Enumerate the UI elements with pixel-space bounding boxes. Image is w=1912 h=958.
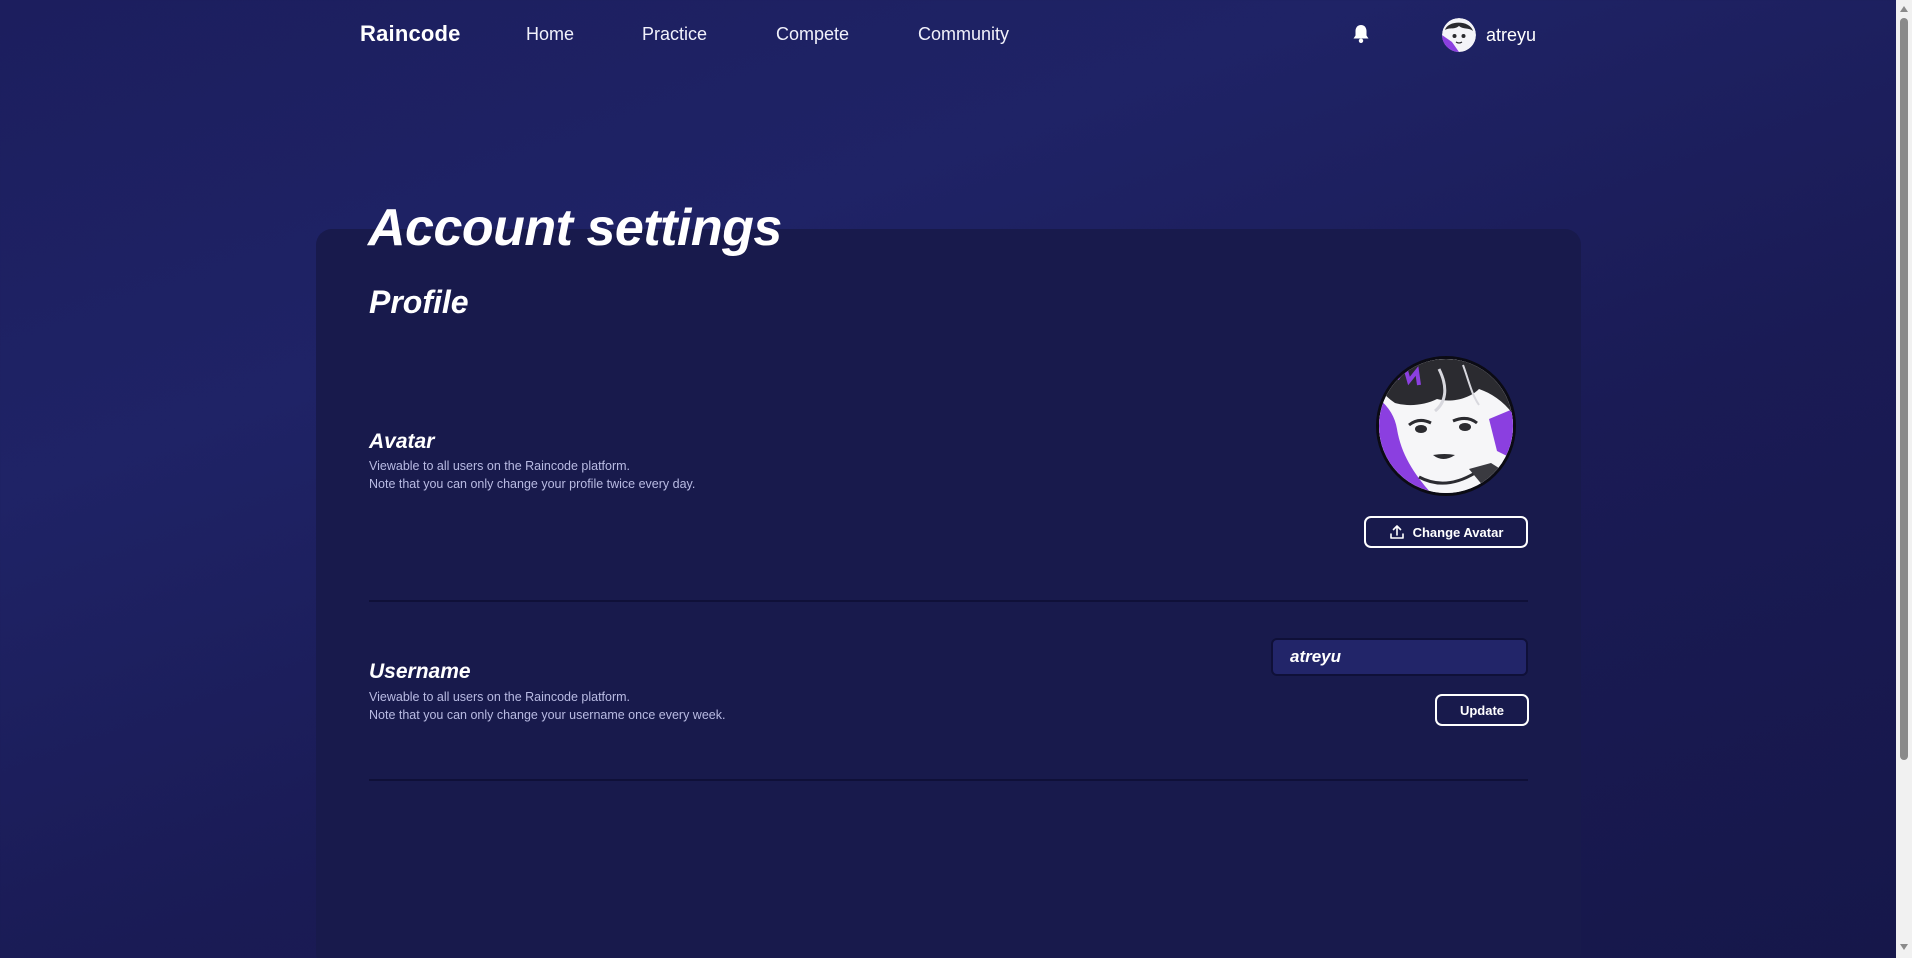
nav-link-community[interactable]: Community — [918, 24, 1009, 45]
avatar-row-desc-line1: Viewable to all users on the Raincode pl… — [369, 459, 631, 473]
brand-logo[interactable]: Raincode — [360, 21, 461, 47]
page-title: Account settings — [368, 199, 782, 257]
avatar-row-desc-line2: Note that you can only change your profi… — [369, 477, 696, 491]
top-navbar: Raincode Home Practice Compete Community… — [0, 0, 1896, 70]
change-avatar-label: Change Avatar — [1412, 524, 1504, 540]
nav-link-practice[interactable]: Practice — [642, 24, 707, 45]
scroll-thumb[interactable] — [1900, 18, 1908, 760]
scroll-down-arrow-icon[interactable] — [1900, 944, 1908, 950]
nav-link-compete[interactable]: Compete — [776, 24, 849, 45]
nav-username: atreyu — [1486, 24, 1537, 45]
user-avatar-image — [1442, 18, 1476, 52]
update-button-label: Update — [1459, 702, 1505, 718]
section-title-profile: Profile — [369, 284, 469, 320]
vertical-scrollbar[interactable] — [1896, 0, 1912, 958]
scroll-up-arrow-icon[interactable] — [1900, 6, 1908, 12]
avatar — [1442, 18, 1476, 52]
avatar-row-title: Avatar — [369, 430, 435, 453]
user-menu[interactable]: atreyu — [1442, 17, 1536, 53]
username-row-title: Username — [369, 660, 471, 683]
username-input[interactable] — [1271, 638, 1528, 676]
bell-icon[interactable] — [1352, 24, 1370, 44]
divider — [369, 600, 1528, 602]
username-row-desc-line1: Viewable to all users on the Raincode pl… — [369, 690, 631, 704]
nav-link-home[interactable]: Home — [526, 24, 574, 45]
profile-avatar — [1376, 356, 1516, 496]
settings-card — [316, 229, 1581, 958]
profile-avatar-image — [1379, 359, 1513, 493]
username-row-desc-line2: Note that you can only change your usern… — [369, 708, 726, 722]
update-username-button[interactable]: Update — [1435, 694, 1529, 726]
upload-icon — [1389, 525, 1404, 539]
divider — [369, 779, 1528, 781]
change-avatar-button[interactable]: Change Avatar — [1364, 516, 1528, 548]
